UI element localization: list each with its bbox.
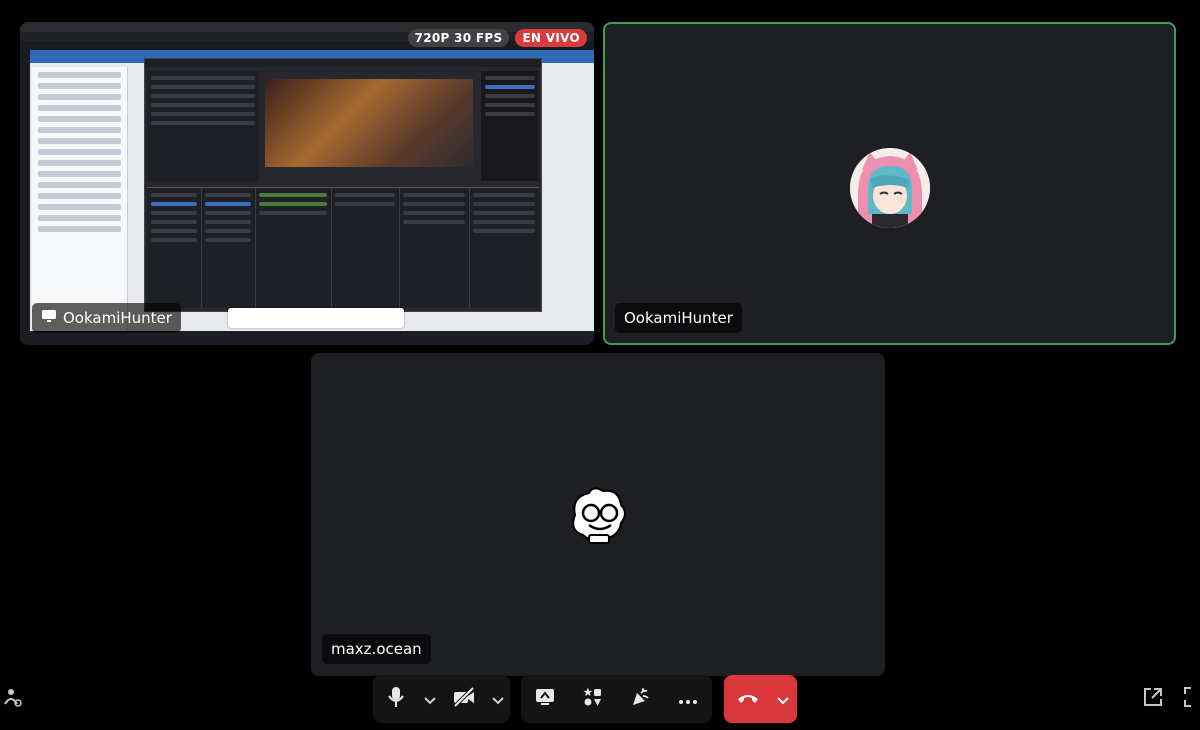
participant-name-tag: maxz.ocean	[322, 634, 431, 664]
microphone-button[interactable]	[373, 675, 419, 723]
chevron-down-icon	[492, 690, 504, 709]
shared-layers-panel	[32, 67, 128, 337]
chevron-down-icon	[777, 690, 789, 709]
disconnect-controls	[724, 675, 797, 723]
chevron-down-icon	[424, 690, 436, 709]
shared-taskbar	[20, 331, 594, 345]
participant-name: OokamiHunter	[624, 309, 733, 327]
participant-name: maxz.ocean	[331, 640, 422, 658]
shared-obs-info-panel	[147, 71, 259, 181]
pop-out-button[interactable]	[1140, 686, 1166, 712]
shared-obs-chat	[481, 71, 539, 181]
screen-share-icon	[534, 687, 556, 711]
soundboard-icon	[630, 687, 650, 711]
participant-tile-ookami[interactable]: OokamiHunter	[603, 22, 1176, 345]
activities-icon	[582, 687, 603, 711]
microphone-options-button[interactable]	[419, 675, 441, 723]
shared-obs-preview	[265, 79, 473, 167]
more-icon	[678, 690, 698, 709]
activities-button[interactable]	[571, 675, 615, 723]
avatar	[850, 148, 930, 228]
camera-off-icon	[453, 686, 475, 711]
participant-name-tag: OokamiHunter	[615, 303, 742, 333]
stream-badges: 720P 30 FPS EN VIVO	[407, 29, 587, 47]
shared-toolbar	[228, 308, 404, 328]
camera-button[interactable]	[441, 675, 487, 723]
participant-tile-maxz[interactable]: maxz.ocean	[311, 353, 885, 676]
fullscreen-icon	[1183, 686, 1200, 712]
share-screen-button[interactable]	[523, 675, 567, 723]
screen-share-tile[interactable]: 720P 30 FPS EN VIVO OokamiHunter	[20, 22, 594, 345]
pop-out-icon	[1142, 686, 1164, 712]
screen-share-icon	[41, 309, 57, 327]
call-action-controls	[521, 675, 712, 723]
shared-obs-window	[144, 58, 542, 312]
shared-obs-docks	[147, 187, 539, 308]
stream-quality-badge: 720P 30 FPS	[407, 29, 510, 47]
fullscreen-button[interactable]	[1180, 686, 1200, 712]
people-add-icon	[3, 686, 23, 712]
disconnect-options-button[interactable]	[772, 675, 794, 723]
avatar	[563, 481, 633, 551]
participant-name-tag: OokamiHunter	[32, 303, 181, 333]
more-options-button[interactable]	[666, 675, 710, 723]
live-badge: EN VIVO	[515, 29, 587, 47]
microphone-icon	[387, 686, 405, 712]
hang-up-icon	[737, 690, 759, 709]
activity-launcher-button[interactable]	[0, 686, 26, 712]
disconnect-button[interactable]	[724, 675, 772, 723]
camera-options-button[interactable]	[487, 675, 509, 723]
audio-video-controls	[373, 675, 510, 723]
participant-name: OokamiHunter	[63, 309, 172, 327]
soundboard-button[interactable]	[618, 675, 662, 723]
